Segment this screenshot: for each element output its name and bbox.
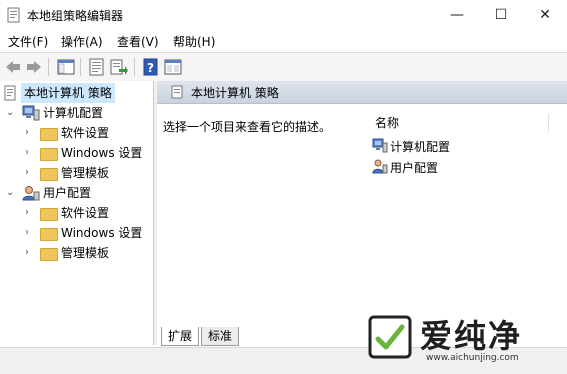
tree-item-label: 管理模板	[61, 246, 110, 260]
chevron-right-icon[interactable]: ›	[25, 123, 35, 143]
show-hide-tree-icon[interactable]	[57, 58, 75, 76]
tree-item-software-settings[interactable]: › 软件设置	[0, 123, 152, 143]
tree-pane: 本地计算机 策略 ⌄ 计算机配置 › 软件设置 › Windows 设置 › 管…	[0, 81, 154, 345]
tree-item-computer-config[interactable]: ⌄ 计算机配置	[0, 103, 152, 123]
folder-icon	[40, 248, 58, 261]
folder-icon	[40, 228, 58, 241]
list-item-label: 用户配置	[390, 161, 439, 175]
watermark: 爱纯净 www.aichunjing.com	[362, 309, 557, 371]
close-button[interactable]: ✕	[523, 0, 567, 30]
tree-item-admin-templates[interactable]: › 管理模板	[0, 243, 152, 263]
menu-help[interactable]: 帮助(H)	[173, 33, 215, 50]
list-item-label: 计算机配置	[390, 140, 451, 154]
tree-item-root[interactable]: 本地计算机 策略	[0, 83, 152, 103]
chevron-right-icon[interactable]: ›	[25, 143, 35, 163]
folder-icon	[40, 128, 58, 141]
menu-action[interactable]: 操作(A)	[61, 33, 103, 50]
back-icon[interactable]	[4, 58, 22, 76]
computer-icon	[22, 105, 40, 121]
maximize-button[interactable]: ☐	[479, 0, 523, 30]
tree-item-label: 软件设置	[61, 206, 110, 220]
window-title: 本地组策略编辑器	[27, 9, 124, 23]
forward-icon[interactable]	[25, 58, 43, 76]
tree-item-label: 计算机配置	[43, 106, 104, 120]
chevron-right-icon[interactable]: ›	[25, 243, 35, 263]
computer-icon	[372, 138, 388, 153]
toolbar-separator	[80, 58, 81, 76]
properties-icon[interactable]	[88, 58, 106, 76]
toolbar-separator	[134, 58, 135, 76]
minimize-button[interactable]: —	[435, 0, 479, 30]
chevron-right-icon[interactable]: ›	[25, 203, 35, 223]
column-divider[interactable]	[548, 114, 549, 132]
chevron-right-icon[interactable]: ›	[25, 223, 35, 243]
tree-item-windows-settings[interactable]: › Windows 设置	[0, 223, 152, 243]
view-tabs: 扩展 标准	[157, 327, 397, 347]
list-item[interactable]: 用户配置	[372, 158, 492, 176]
chevron-right-icon[interactable]: ›	[25, 163, 35, 183]
column-header-name[interactable]: 名称	[375, 114, 399, 131]
menu-view[interactable]: 查看(V)	[117, 33, 159, 50]
watermark-brand: 爱纯净	[420, 317, 523, 355]
tree-item-label: Windows 设置	[61, 226, 143, 240]
tree-item-label: 管理模板	[61, 166, 110, 180]
chevron-down-icon[interactable]: ⌄	[6, 103, 16, 123]
list-item[interactable]: 计算机配置	[372, 137, 492, 155]
tab-extended[interactable]: 扩展	[161, 327, 200, 346]
details-header-title: 本地计算机 策略	[191, 86, 279, 100]
svg-text:?: ?	[147, 61, 154, 75]
folder-icon	[40, 148, 58, 161]
folder-icon	[40, 168, 58, 181]
details-pane: 本地计算机 策略 选择一个项目来查看它的描述。 名称 计算机配置 用户配置	[157, 81, 567, 345]
toolbar-separator	[48, 58, 49, 76]
brand-logo-icon	[368, 315, 412, 359]
tree-item-software-settings[interactable]: › 软件设置	[0, 203, 152, 223]
user-icon	[372, 159, 388, 174]
menu-bar: 文件(F) 操作(A) 查看(V) 帮助(H)	[0, 30, 567, 52]
tab-standard[interactable]: 标准	[201, 327, 240, 346]
tree-item-windows-settings[interactable]: › Windows 设置	[0, 143, 152, 163]
menu-file[interactable]: 文件(F)	[8, 33, 48, 50]
chevron-down-icon[interactable]: ⌄	[6, 183, 16, 203]
tree-item-label: 本地计算机 策略	[21, 83, 115, 103]
watermark-url: www.aichunjing.com	[426, 353, 519, 363]
help-icon[interactable]: ?	[142, 58, 160, 76]
user-icon	[22, 186, 40, 201]
tree-item-label: Windows 设置	[61, 146, 143, 160]
policy-document-icon	[171, 85, 183, 99]
toolbar: ?	[0, 52, 567, 82]
title-bar: 本地组策略编辑器 — ☐ ✕	[0, 0, 567, 30]
export-list-icon[interactable]	[110, 58, 128, 76]
folder-icon	[40, 208, 58, 221]
tree-item-label: 软件设置	[61, 126, 110, 140]
description-text: 选择一个项目来查看它的描述。	[163, 120, 332, 134]
tree-item-label: 用户配置	[43, 186, 92, 200]
policy-editor-icon	[7, 7, 20, 23]
extended-view-icon[interactable]	[164, 58, 182, 76]
tree-item-admin-templates[interactable]: › 管理模板	[0, 163, 152, 183]
tree-item-user-config[interactable]: ⌄ 用户配置	[0, 183, 152, 203]
policy-document-icon	[4, 85, 16, 101]
details-header: 本地计算机 策略	[157, 81, 567, 104]
